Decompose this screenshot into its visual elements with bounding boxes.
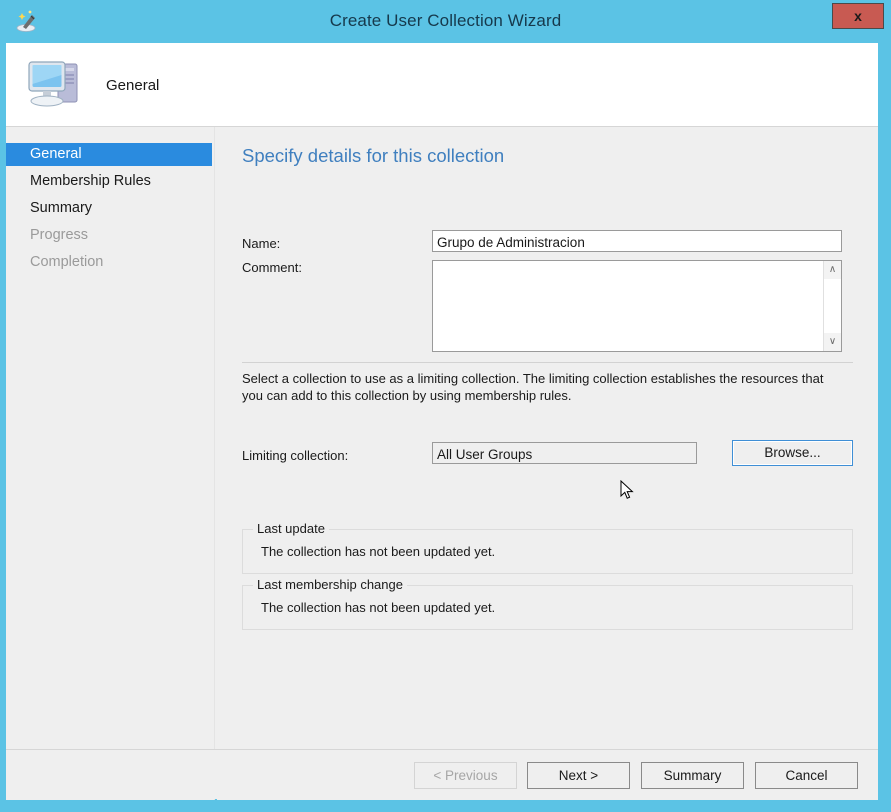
sidebar-item-label: Summary	[30, 200, 93, 216]
sidebar-item-summary[interactable]: Summary	[6, 197, 212, 220]
last-membership-change-legend: Last membership change	[253, 577, 407, 592]
sidebar-item-label: General	[30, 146, 82, 162]
sidebar-item-membership-rules[interactable]: Membership Rules	[6, 170, 212, 193]
wizard-header: General	[6, 43, 878, 126]
wizard-window: Create User Collection Wizard x General	[0, 0, 891, 812]
previous-button: < Previous	[414, 762, 517, 789]
limiting-collection-input[interactable]	[432, 442, 697, 464]
name-label: Name:	[242, 236, 281, 251]
sidebar-item-completion: Completion	[6, 251, 212, 274]
close-button[interactable]: x	[832, 3, 884, 29]
page-title: Specify details for this collection	[242, 145, 505, 166]
limiting-collection-label: Limiting collection:	[242, 448, 349, 463]
wizard-footer: < Previous Next > Summary Cancel	[6, 749, 878, 799]
last-update-value: The collection has not been updated yet.	[261, 544, 496, 559]
summary-button[interactable]: Summary	[641, 762, 744, 789]
sidebar-item-progress: Progress	[6, 224, 212, 247]
title-bar: Create User Collection Wizard x	[0, 0, 891, 43]
comment-field-wrapper: ∧ ∨	[432, 260, 842, 352]
next-button[interactable]: Next >	[527, 762, 630, 789]
cancel-button[interactable]: Cancel	[755, 762, 858, 789]
last-update-groupbox: Last update The collection has not been …	[242, 521, 853, 574]
sidebar-item-label: Membership Rules	[30, 173, 151, 189]
chevron-up-icon[interactable]: ∧	[824, 261, 841, 279]
header-step-label: General	[106, 77, 160, 94]
wizard-content-panel: Specify details for this collection Name…	[217, 127, 878, 800]
browse-button[interactable]: Browse...	[732, 440, 853, 466]
chevron-down-icon[interactable]: ∨	[824, 333, 841, 351]
computer-icon	[22, 50, 88, 116]
last-membership-change-value: The collection has not been updated yet.	[261, 600, 496, 615]
window-title: Create User Collection Wizard	[329, 11, 562, 30]
comment-input[interactable]	[433, 261, 823, 351]
name-input[interactable]	[432, 230, 842, 252]
sidebar-item-label: Completion	[30, 254, 104, 270]
wizard-steps-sidebar: General Membership Rules Summary Progres…	[6, 127, 215, 800]
wizard-body: General Membership Rules Summary Progres…	[6, 126, 878, 800]
comment-scrollbar[interactable]: ∧ ∨	[823, 261, 841, 351]
sidebar-item-general[interactable]: General	[6, 143, 212, 166]
sidebar-item-label: Progress	[30, 227, 89, 243]
last-membership-change-groupbox: Last membership change The collection ha…	[242, 577, 853, 630]
last-update-legend: Last update	[253, 521, 329, 536]
section-divider	[242, 362, 853, 363]
comment-label: Comment:	[242, 260, 302, 275]
limiting-collection-description: Select a collection to use as a limiting…	[242, 371, 824, 403]
